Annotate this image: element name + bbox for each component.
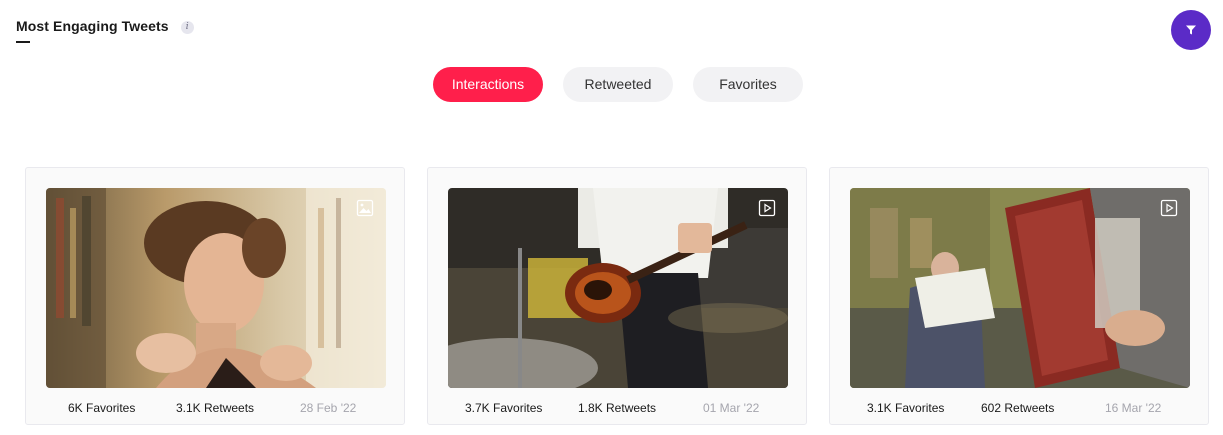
tweet-date: 16 Mar '22 xyxy=(1105,401,1162,415)
image-icon xyxy=(356,199,374,217)
favorites-count: 3.1K Favorites xyxy=(867,401,945,415)
tweet-stats: 3.7K Favorites 1.8K Retweets 01 Mar '22 xyxy=(428,401,806,417)
tweet-stats: 6K Favorites 3.1K Retweets 28 Feb '22 xyxy=(26,401,404,417)
tweet-date: 28 Feb '22 xyxy=(300,401,357,415)
tweet-date: 01 Mar '22 xyxy=(703,401,760,415)
accordion-photo xyxy=(850,188,1190,388)
tab-favorites[interactable]: Favorites xyxy=(693,67,803,102)
filter-button[interactable] xyxy=(1171,10,1211,50)
title-wrap: Most Engaging Tweets xyxy=(16,18,169,43)
info-icon[interactable]: i xyxy=(180,20,194,34)
filter-icon xyxy=(1186,25,1196,35)
tab-interactions[interactable]: Interactions xyxy=(433,67,543,102)
tweet-media-image[interactable] xyxy=(46,188,386,388)
tab-retweeted[interactable]: Retweeted xyxy=(563,67,673,102)
section-header: Most Engaging Tweets i xyxy=(16,18,194,43)
tweet-stats: 3.1K Favorites 602 Retweets 16 Mar '22 xyxy=(830,401,1208,417)
video-icon xyxy=(1160,199,1178,217)
video-icon xyxy=(758,199,776,217)
retweets-count: 1.8K Retweets xyxy=(578,401,657,415)
page-title: Most Engaging Tweets xyxy=(16,18,169,34)
guitarist-photo xyxy=(448,188,788,388)
tweet-media-video[interactable] xyxy=(448,188,788,388)
favorites-count: 6K Favorites xyxy=(68,401,136,415)
tweet-card[interactable]: 3.7K Favorites 1.8K Retweets 01 Mar '22 xyxy=(427,167,807,425)
woman-photo xyxy=(46,188,386,388)
retweets-count: 602 Retweets xyxy=(981,401,1055,415)
tweet-media-video[interactable] xyxy=(850,188,1190,388)
favorites-count: 3.7K Favorites xyxy=(465,401,543,415)
tab-bar: Interactions Retweeted Favorites xyxy=(0,67,1223,102)
tweet-card[interactable]: 6K Favorites 3.1K Retweets 28 Feb '22 xyxy=(25,167,405,425)
retweets-count: 3.1K Retweets xyxy=(176,401,255,415)
title-underline xyxy=(16,41,30,43)
tweet-card[interactable]: 3.1K Favorites 602 Retweets 16 Mar '22 xyxy=(829,167,1209,425)
